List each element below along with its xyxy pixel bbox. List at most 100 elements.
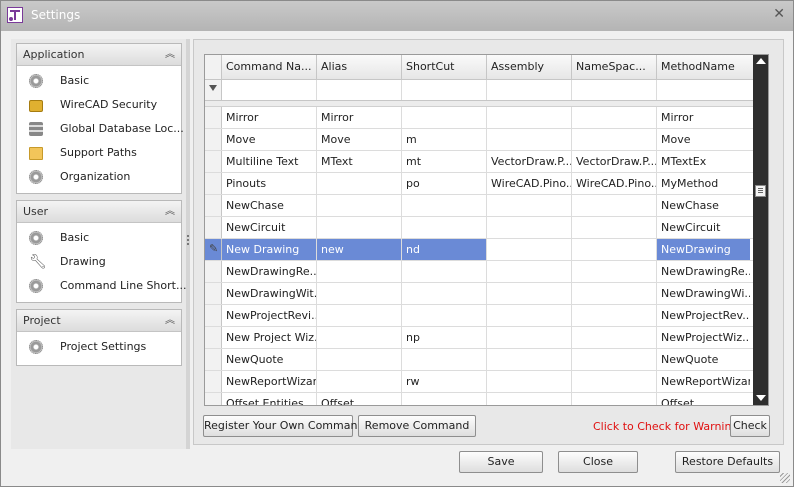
column-header-shortcut[interactable]: ShortCut [402,55,487,79]
cell-assembly[interactable] [487,261,572,282]
cell-assembly[interactable] [487,283,572,304]
row-indicator[interactable] [205,151,222,172]
row-indicator[interactable] [205,217,222,238]
cell-assembly[interactable] [487,349,572,370]
cell-assembly[interactable]: WireCAD.Pino... [487,173,572,194]
cell-method-name[interactable]: NewDrawingRe... [657,261,750,282]
register-command-button[interactable]: Register Your Own Command [203,415,364,437]
row-indicator[interactable] [205,107,222,128]
cell-assembly[interactable] [487,129,572,150]
row-indicator[interactable] [205,173,222,194]
cell-assembly[interactable] [487,195,572,216]
table-row[interactable]: NewQuote NewQuote [205,349,754,371]
table-row[interactable]: ✎ New Drawing new nd NewDrawing [205,239,754,261]
check-warnings-link[interactable]: Click to Check for Warnings [593,420,744,433]
cell-alias[interactable]: MText [317,151,402,172]
row-indicator[interactable] [205,261,222,282]
cell-assembly[interactable] [487,107,572,128]
cell-namespace[interactable] [572,107,657,128]
nav-item-drawing[interactable]: 🔧︎ Drawing [17,250,181,274]
nav-item-wirecad-security[interactable]: WireCAD Security [17,93,181,117]
cell-command-name[interactable]: NewProjectRevi... [222,305,317,326]
cell-alias[interactable]: new [317,239,402,260]
cell-alias[interactable] [317,371,402,392]
cell-namespace[interactable] [572,129,657,150]
row-indicator[interactable] [205,283,222,304]
filter-cell-shortcut[interactable] [402,80,487,100]
filter-cell-command-name[interactable] [222,80,317,100]
cell-method-name[interactable]: NewDrawing [657,239,750,260]
cell-shortcut[interactable] [402,305,487,326]
cell-command-name[interactable]: Offset Entities [222,393,317,405]
cell-command-name[interactable]: NewDrawingRe... [222,261,317,282]
cell-shortcut[interactable] [402,217,487,238]
cell-namespace[interactable] [572,349,657,370]
column-header-command-name[interactable]: Command Na... [222,55,317,79]
cell-alias[interactable] [317,195,402,216]
table-row[interactable]: Multiline Text MText mt VectorDraw.P... Vect… [205,151,754,173]
cell-alias[interactable] [317,217,402,238]
table-row[interactable]: Mirror Mirror Mirror [205,107,754,129]
cell-shortcut[interactable] [402,107,487,128]
cell-method-name[interactable]: MTextEx [657,151,750,172]
cell-namespace[interactable] [572,371,657,392]
nav-item-global-database[interactable]: Global Database Loc... [17,117,184,141]
cell-shortcut[interactable] [402,393,487,405]
nav-item-user-basic[interactable]: Basic [17,226,181,250]
cell-assembly[interactable]: VectorDraw.P... [487,151,572,172]
cell-command-name[interactable]: NewChase [222,195,317,216]
collapse-icon[interactable]: ︽ [165,201,175,222]
cell-method-name[interactable]: NewQuote [657,349,750,370]
nav-item-command-line-shortcuts[interactable]: Command Line Short... [17,274,186,298]
table-row[interactable]: NewChase NewChase [205,195,754,217]
cell-namespace[interactable] [572,393,657,405]
cell-method-name[interactable]: NewReportWizard [657,371,750,392]
cell-alias[interactable]: Offset [317,393,402,405]
nav-group-header[interactable]: Project ︽ [17,310,181,332]
filter-cell-method-name[interactable] [657,80,750,100]
cell-command-name[interactable]: Pinouts [222,173,317,194]
cell-method-name[interactable]: MyMethod [657,173,750,194]
cell-assembly[interactable] [487,371,572,392]
title-bar[interactable]: Settings ✕ [1,1,793,31]
scrollbar-thumb[interactable] [755,185,766,197]
cell-command-name[interactable]: NewDrawingWit... [222,283,317,304]
cell-shortcut[interactable] [402,349,487,370]
check-button[interactable]: Check [730,415,770,437]
cell-method-name[interactable]: Offset [657,393,750,405]
row-indicator[interactable] [205,129,222,150]
filter-cell-namespace[interactable] [572,80,657,100]
cell-shortcut[interactable]: rw [402,371,487,392]
filter-cell-assembly[interactable] [487,80,572,100]
cell-method-name[interactable]: Mirror [657,107,750,128]
collapse-icon[interactable]: ︽ [165,44,175,65]
cell-shortcut[interactable] [402,261,487,282]
cell-namespace[interactable]: VectorDraw.P... [572,151,657,172]
cell-shortcut[interactable]: po [402,173,487,194]
cell-alias[interactable] [317,327,402,348]
row-indicator[interactable] [205,327,222,348]
row-indicator[interactable] [205,393,222,405]
row-indicator[interactable] [205,195,222,216]
cell-method-name[interactable]: NewCircuit [657,217,750,238]
nav-item-support-paths[interactable]: Support Paths [17,141,181,165]
grid-vertical-scrollbar[interactable] [753,55,768,405]
table-row[interactable]: NewDrawingRe... NewDrawingRe... [205,261,754,283]
cell-namespace[interactable] [572,261,657,282]
cell-namespace[interactable] [572,217,657,238]
column-header-alias[interactable]: Alias [317,55,402,79]
cell-command-name[interactable]: NewReportWizard [222,371,317,392]
row-indicator[interactable] [205,305,222,326]
scroll-up-icon[interactable] [756,58,766,64]
cell-command-name[interactable]: Multiline Text [222,151,317,172]
cell-shortcut[interactable]: mt [402,151,487,172]
cell-command-name[interactable]: New Project Wiz... [222,327,317,348]
cell-namespace[interactable] [572,283,657,304]
cell-assembly[interactable] [487,239,572,260]
table-row[interactable]: NewCircuit NewCircuit [205,217,754,239]
cell-assembly[interactable] [487,217,572,238]
cell-assembly[interactable] [487,327,572,348]
cell-method-name[interactable]: NewDrawingWi... [657,283,750,304]
cell-alias[interactable] [317,261,402,282]
cell-shortcut[interactable]: m [402,129,487,150]
